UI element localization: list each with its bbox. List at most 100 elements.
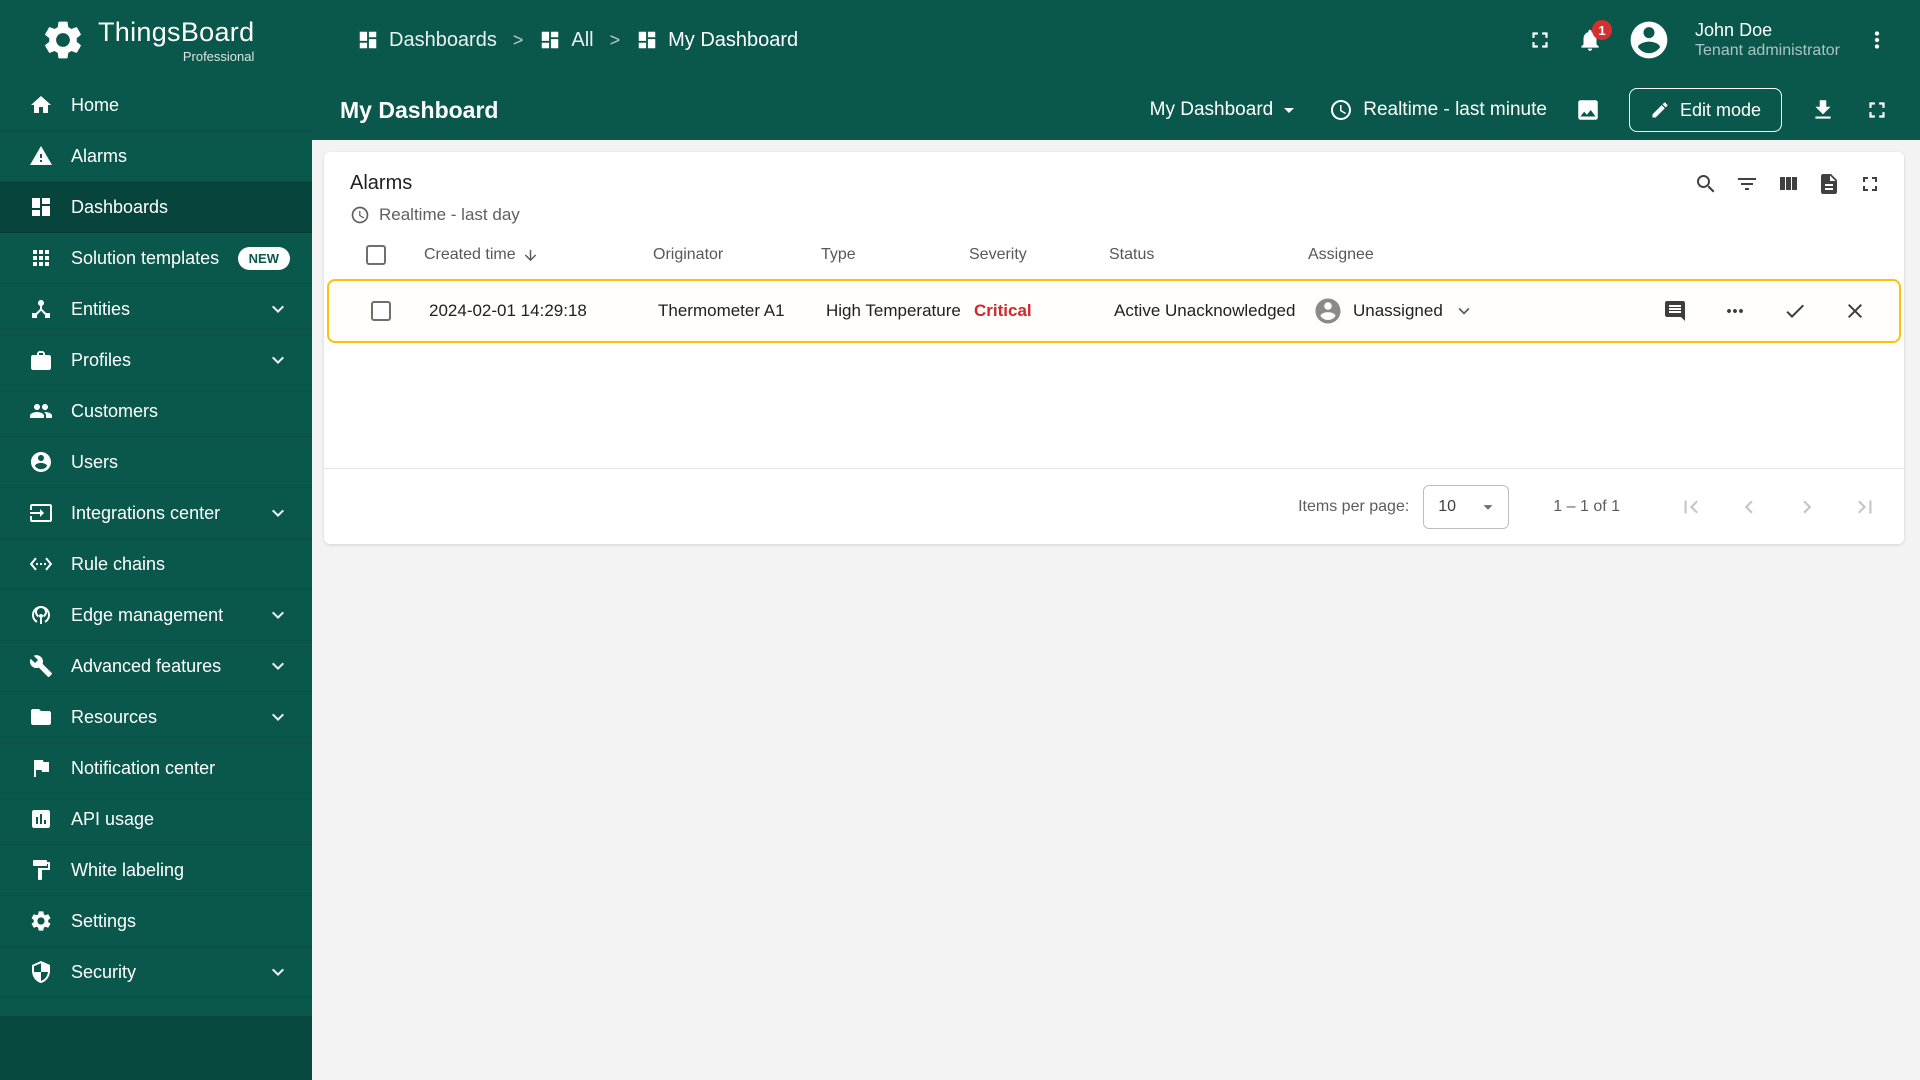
sidebar-item-label: Security [71, 961, 137, 982]
row-checkbox[interactable] [371, 301, 391, 321]
sidebar-item-notification-center[interactable]: Notification center [0, 743, 312, 794]
row-actions [1647, 299, 1899, 323]
more-menu-button[interactable] [1864, 27, 1890, 53]
sidebar-menu: Home Alarms Dashboards Solution template… [0, 80, 312, 1016]
dashboard-state-selector[interactable]: My Dashboard [1150, 98, 1302, 122]
people-icon [30, 404, 52, 418]
cell-severity: Critical [974, 301, 1032, 320]
filter-icon [1738, 178, 1756, 190]
notification-count-badge: 1 [1592, 20, 1613, 40]
sidebar-item-security[interactable]: Security [0, 947, 312, 998]
brand-logo[interactable]: ThingsBoard Professional [0, 0, 312, 80]
edit-mode-button[interactable]: Edit mode [1628, 88, 1782, 132]
image-icon [1578, 100, 1598, 120]
clear-alarm-button[interactable] [1843, 299, 1867, 323]
sidebar-item-alarms[interactable]: Alarms [0, 131, 312, 182]
sidebar: ThingsBoard Professional Home Alarms Das… [0, 0, 312, 1080]
sidebar-item-resources[interactable]: Resources [0, 692, 312, 743]
dashboards-grid-icon [32, 198, 50, 216]
select-all-checkbox[interactable] [366, 245, 386, 265]
brand-subtitle: Professional [182, 48, 255, 64]
alarm-details-button[interactable] [1663, 299, 1687, 323]
assignee-selector[interactable]: Unassigned [1313, 296, 1647, 326]
sidebar-item-label: Integrations center [71, 502, 221, 523]
dashboard-title: My Dashboard [340, 96, 499, 123]
sidebar-item-solution-templates[interactable]: Solution templates NEW [0, 233, 312, 284]
fullscreen-toggle-button[interactable] [1527, 27, 1553, 53]
sidebar-item-profiles[interactable]: Profiles [0, 335, 312, 386]
sidebar-item-label: Rule chains [71, 553, 166, 574]
sidebar-item-api-usage[interactable]: API usage [0, 794, 312, 845]
items-per-page-select[interactable]: 10 [1423, 484, 1510, 529]
search-button[interactable] [1694, 172, 1718, 196]
column-header-severity[interactable]: Severity [969, 246, 1109, 264]
cell-originator: Thermometer A1 [658, 301, 785, 320]
sidebar-item-label: Customers [71, 400, 159, 421]
sidebar-item-label: Home [71, 94, 120, 115]
notifications-button[interactable]: 1 [1577, 20, 1613, 53]
kebab-menu-icon [1874, 31, 1880, 49]
shield-icon [32, 961, 50, 983]
fullscreen-icon [1863, 177, 1877, 191]
dashboard-fullscreen-button[interactable] [1864, 97, 1890, 123]
sidebar-item-edge-management[interactable]: Edge management [0, 590, 312, 641]
widget-timewindow-button[interactable]: Realtime - last day [324, 205, 1904, 225]
dashboard-image-button[interactable] [1575, 97, 1601, 123]
new-badge: NEW [237, 246, 290, 270]
widget-timewindow-label: Realtime - last day [379, 205, 520, 224]
sidebar-item-dashboards[interactable]: Dashboards [0, 182, 312, 233]
column-header-type[interactable]: Type [821, 246, 969, 264]
acknowledge-alarm-button[interactable] [1783, 299, 1807, 323]
chevron-down-icon [272, 356, 284, 364]
breadcrumb-dashboards[interactable]: Dashboards [357, 29, 497, 52]
close-icon [1848, 304, 1862, 318]
alarm-row[interactable]: 2024-02-01 14:29:18 Thermometer A1 High … [327, 279, 1901, 343]
next-page-button[interactable] [1794, 494, 1820, 520]
sidebar-item-home[interactable]: Home [0, 80, 312, 131]
breadcrumb-my-dashboard[interactable]: My Dashboard [636, 29, 798, 52]
alarm-more-button[interactable] [1723, 299, 1747, 323]
sidebar-item-advanced-features[interactable]: Advanced features [0, 641, 312, 692]
user-menu[interactable]: John Doe Tenant administrator [1695, 19, 1840, 62]
thingsboard-logo-icon [45, 21, 81, 59]
sort-desc-arrow-icon [524, 249, 536, 261]
gear-icon [31, 911, 51, 931]
column-header-originator[interactable]: Originator [653, 246, 821, 264]
column-header-created-time[interactable]: Created time [424, 246, 653, 264]
breadcrumb-label: Dashboards [389, 28, 497, 51]
first-page-button[interactable] [1678, 494, 1704, 520]
last-page-button[interactable] [1852, 494, 1878, 520]
brand-name: ThingsBoard [98, 16, 255, 47]
sidebar-item-customers[interactable]: Customers [0, 386, 312, 437]
download-button[interactable] [1810, 97, 1836, 123]
column-header-status[interactable]: Status [1109, 246, 1308, 264]
columns-button[interactable] [1776, 172, 1800, 196]
cell-created-time: 2024-02-01 14:29:18 [429, 301, 587, 320]
table-header-row: Created time Originator Type Severity St… [324, 231, 1904, 279]
user-avatar[interactable] [1627, 18, 1671, 62]
apps-grid-icon [33, 250, 49, 266]
export-button[interactable] [1817, 172, 1841, 196]
sidebar-item-label: Entities [71, 298, 131, 319]
chevron-down-icon [272, 509, 284, 517]
sidebar-item-integrations-center[interactable]: Integrations center [0, 488, 312, 539]
person-circle-icon [31, 452, 51, 472]
sidebar-item-settings[interactable]: Settings [0, 896, 312, 947]
column-header-assignee[interactable]: Assignee [1308, 246, 1652, 264]
timewindow-button[interactable]: Realtime - last minute [1329, 98, 1547, 122]
previous-page-button[interactable] [1736, 494, 1762, 520]
sidebar-item-users[interactable]: Users [0, 437, 312, 488]
first-page-icon [1684, 500, 1698, 513]
alarms-widget: Alarms Realtime - last day Created time … [324, 152, 1904, 544]
widget-fullscreen-button[interactable] [1858, 172, 1882, 196]
paint-icon [33, 860, 50, 880]
chevron-down-icon [272, 305, 284, 313]
breadcrumb-all[interactable]: All [539, 29, 594, 52]
search-icon [1697, 175, 1715, 193]
filter-button[interactable] [1735, 172, 1759, 196]
sidebar-item-white-labeling[interactable]: White labeling [0, 845, 312, 896]
sidebar-item-entities[interactable]: Entities [0, 284, 312, 335]
sidebar-item-label: Profiles [71, 349, 132, 370]
comment-icon [1665, 301, 1685, 321]
sidebar-item-rule-chains[interactable]: Rule chains [0, 539, 312, 590]
